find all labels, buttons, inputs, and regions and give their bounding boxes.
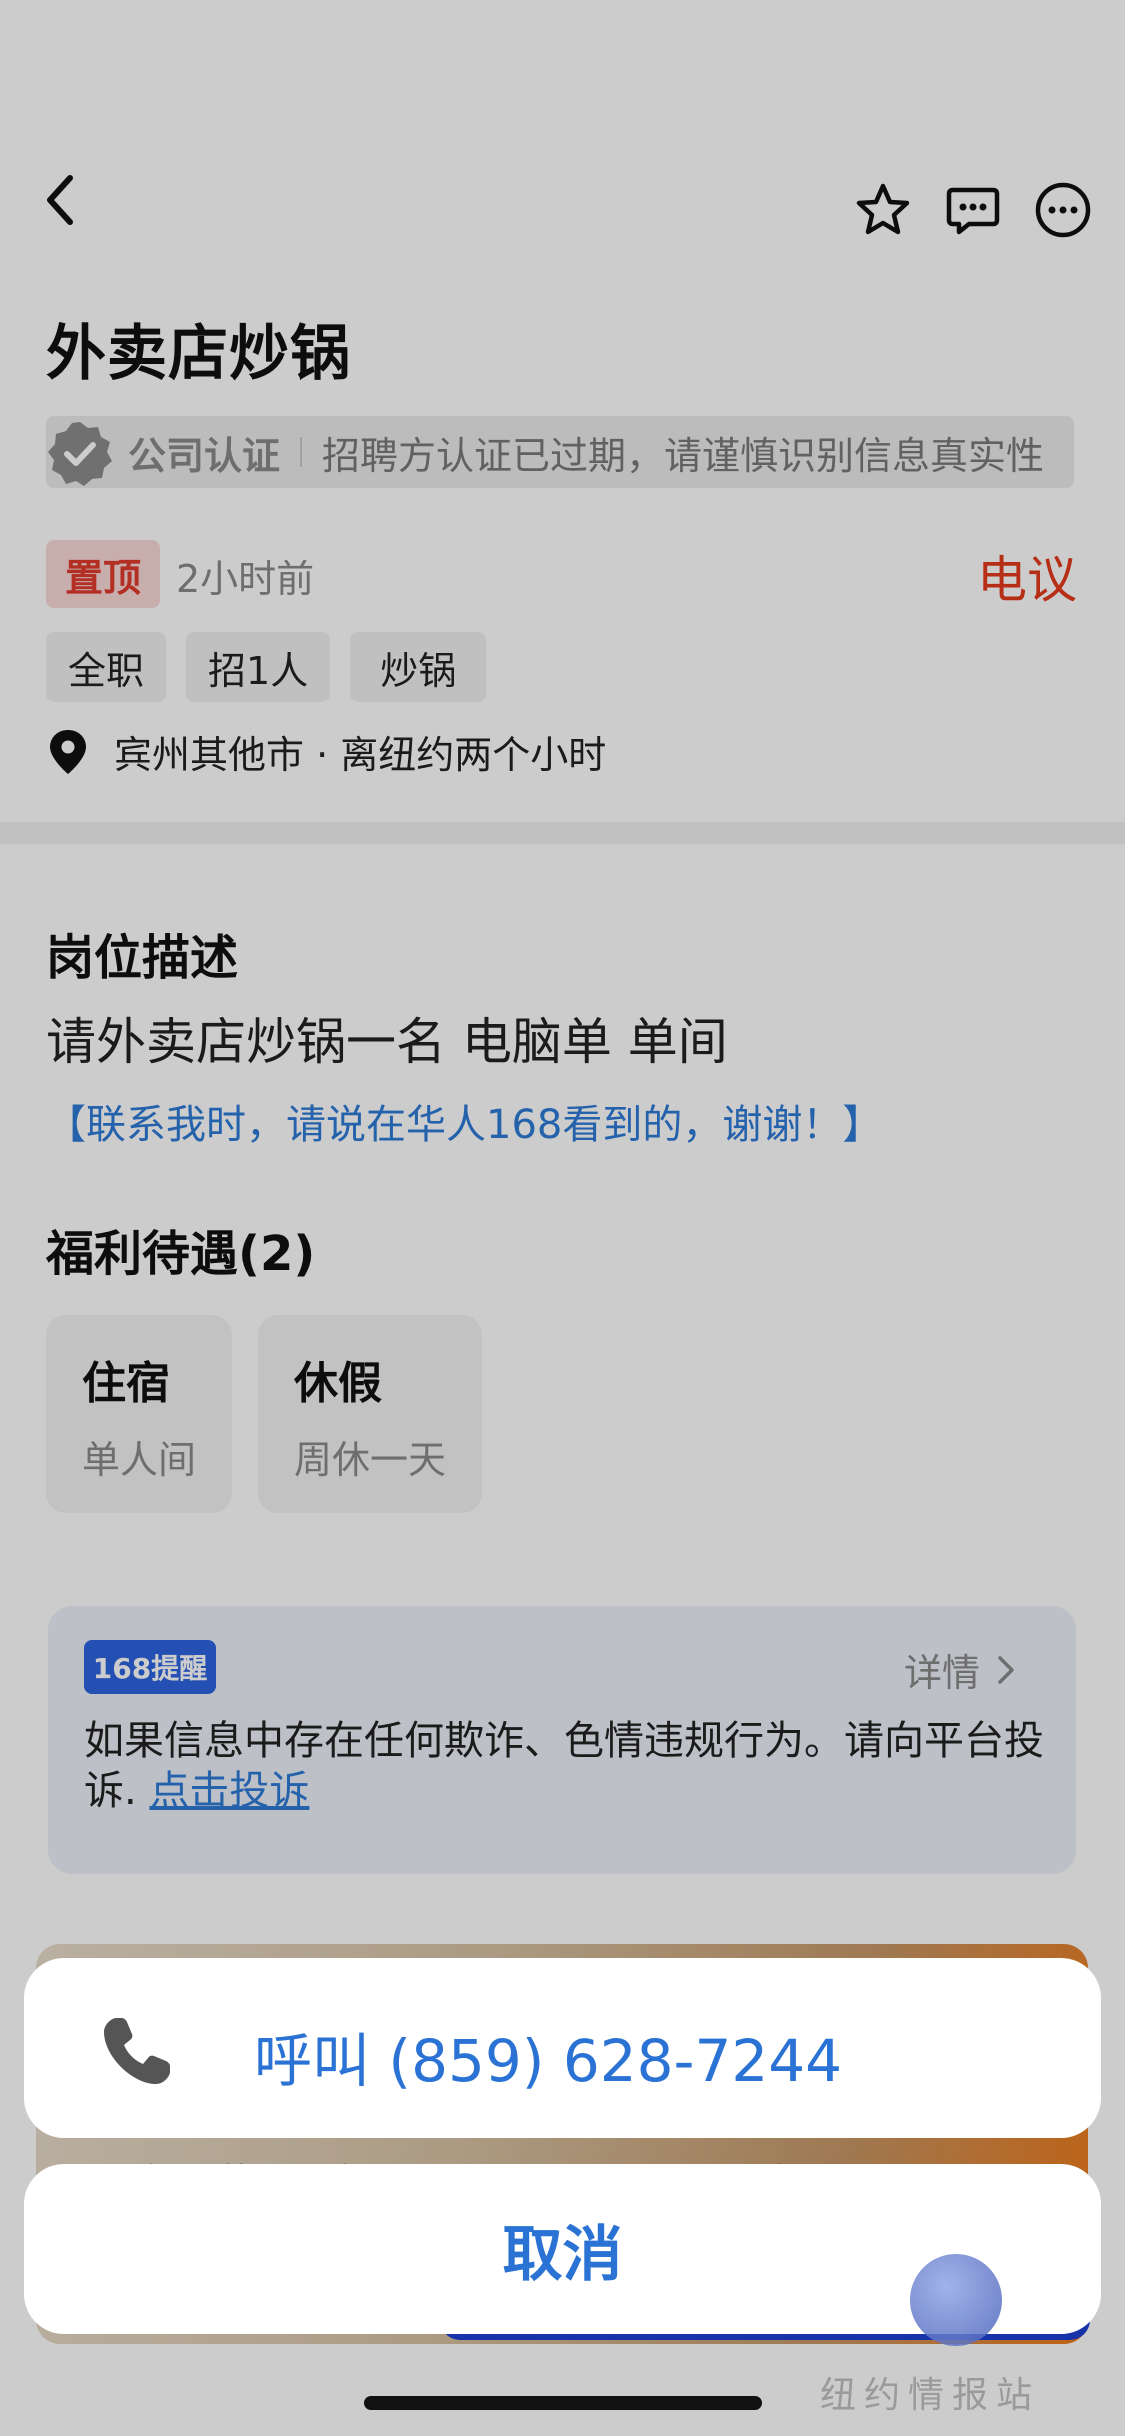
call-option[interactable]: 呼叫 (859) 628-7244 bbox=[24, 1958, 1101, 2138]
call-number-label: 呼叫 (859) 628-7244 bbox=[254, 2027, 843, 2095]
home-indicator[interactable] bbox=[364, 2396, 762, 2410]
watermark-text: 纽约情报站 bbox=[820, 2375, 1041, 2416]
watermark-logo bbox=[910, 2254, 1002, 2346]
phone-icon bbox=[104, 2018, 170, 2084]
cancel-label: 取消 bbox=[502, 2219, 623, 2290]
